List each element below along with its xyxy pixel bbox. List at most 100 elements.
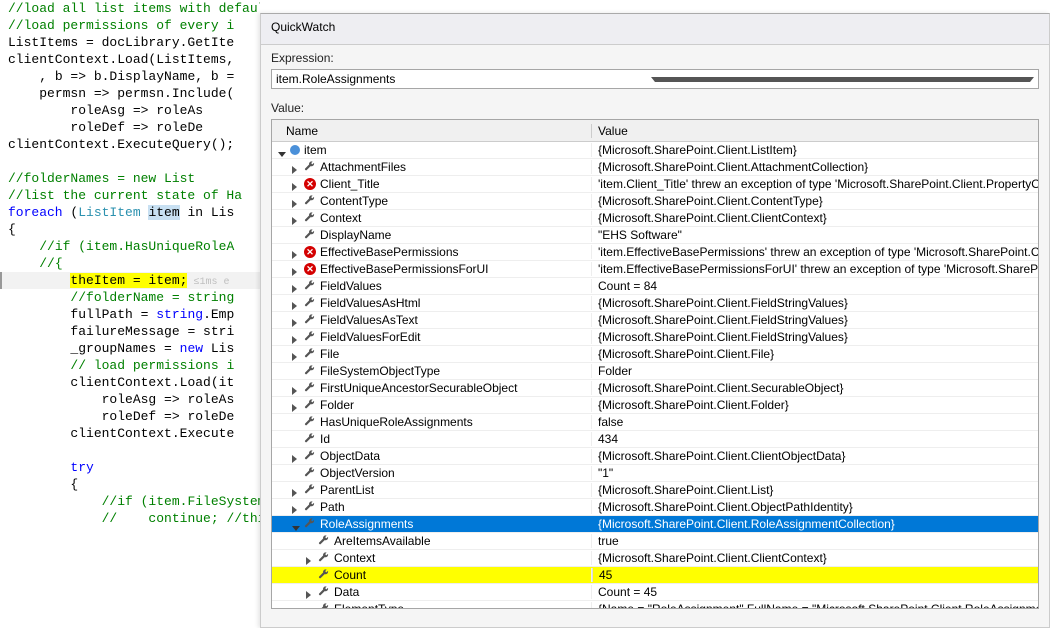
row-value: 'item.Client_Title' threw an exception o… <box>592 177 1038 191</box>
watch-row[interactable]: Path{Microsoft.SharePoint.Client.ObjectP… <box>272 499 1038 516</box>
expander-icon[interactable] <box>292 265 301 274</box>
watch-row[interactable]: AttachmentFiles{Microsoft.SharePoint.Cli… <box>272 159 1038 176</box>
expression-input[interactable]: item.RoleAssignments <box>271 69 1039 89</box>
row-value: {Microsoft.SharePoint.Client.ClientConte… <box>592 211 1038 225</box>
watch-row[interactable]: Count45 <box>272 567 1038 584</box>
quickwatch-window: QuickWatch Expression: item.RoleAssignme… <box>260 13 1050 628</box>
watch-row[interactable]: FileSystemObjectTypeFolder <box>272 363 1038 380</box>
watch-row[interactable]: ✕EffectiveBasePermissions'item.Effective… <box>272 244 1038 261</box>
watch-row[interactable]: Id434 <box>272 431 1038 448</box>
row-value: {Microsoft.SharePoint.Client.ContentType… <box>592 194 1038 208</box>
watch-row[interactable]: ElementType{Name = "RoleAssignment" Full… <box>272 601 1038 609</box>
watch-row[interactable]: FieldValuesAsHtml{Microsoft.SharePoint.C… <box>272 295 1038 312</box>
expander-icon[interactable] <box>292 197 301 206</box>
code-line[interactable]: roleAsg => roleAs <box>8 102 260 119</box>
watch-row[interactable]: ✕Client_Title'item.Client_Title' threw a… <box>272 176 1038 193</box>
expander-icon[interactable] <box>292 299 301 308</box>
code-line[interactable]: _groupNames = new Lis <box>8 340 260 357</box>
code-line[interactable]: //{ <box>8 255 260 272</box>
expander-icon[interactable] <box>306 571 315 580</box>
code-line[interactable]: failureMessage = stri <box>8 323 260 340</box>
watch-row[interactable]: FirstUniqueAncestorSecurableObject{Micro… <box>272 380 1038 397</box>
row-value: {Microsoft.SharePoint.Client.FieldString… <box>592 313 1038 327</box>
expander-icon[interactable] <box>278 146 287 155</box>
code-line[interactable]: foreach (ListItem item in Lis <box>8 204 260 221</box>
code-editor[interactable]: //load all list items with default prope… <box>0 0 260 628</box>
expander-icon[interactable] <box>292 316 301 325</box>
code-line[interactable]: fullPath = string.Emp <box>8 306 260 323</box>
watch-row[interactable]: FieldValuesAsText{Microsoft.SharePoint.C… <box>272 312 1038 329</box>
code-line[interactable]: try <box>8 459 260 476</box>
expander-icon[interactable] <box>292 469 301 478</box>
expander-icon[interactable] <box>306 537 315 546</box>
code-line[interactable]: //if (item.FileSystem <box>8 493 260 510</box>
watch-row[interactable]: DataCount = 45 <box>272 584 1038 601</box>
expander-icon[interactable] <box>292 333 301 342</box>
row-value: Folder <box>592 364 1038 378</box>
code-line[interactable]: roleDef => roleDe <box>8 119 260 136</box>
expander-icon[interactable] <box>292 401 301 410</box>
code-line[interactable]: //load all list items with default prope… <box>8 0 260 17</box>
code-line[interactable]: , b => b.DisplayName, b = <box>8 68 260 85</box>
code-line[interactable]: clientContext.ExecuteQuery(); <box>8 136 260 153</box>
code-line[interactable]: theItem = item; ≤1ms e <box>0 272 260 289</box>
expander-icon[interactable] <box>292 282 301 291</box>
expander-icon[interactable] <box>292 180 301 189</box>
code-line[interactable]: clientContext.Load(ListItems, <box>8 51 260 68</box>
watch-row[interactable]: ParentList{Microsoft.SharePoint.Client.L… <box>272 482 1038 499</box>
watch-row[interactable]: HasUniqueRoleAssignmentsfalse <box>272 414 1038 431</box>
watch-row[interactable]: ObjectVersion"1" <box>272 465 1038 482</box>
watch-row[interactable]: RoleAssignments{Microsoft.SharePoint.Cli… <box>272 516 1038 533</box>
watch-row[interactable]: ObjectData{Microsoft.SharePoint.Client.C… <box>272 448 1038 465</box>
code-line[interactable]: ListItems = docLibrary.GetIte <box>8 34 260 51</box>
code-line[interactable] <box>8 153 260 170</box>
col-value-header[interactable]: Value <box>592 124 1038 138</box>
expander-icon[interactable] <box>292 350 301 359</box>
watch-row[interactable]: Folder{Microsoft.SharePoint.Client.Folde… <box>272 397 1038 414</box>
watch-row[interactable]: AreItemsAvailabletrue <box>272 533 1038 550</box>
watch-row[interactable]: ✕EffectiveBasePermissionsForUI'item.Effe… <box>272 261 1038 278</box>
expander-icon[interactable] <box>292 384 301 393</box>
code-line[interactable]: //folderNames = new List <box>8 170 260 187</box>
code-line[interactable]: { <box>8 221 260 238</box>
code-line[interactable]: //load permissions of every i <box>8 17 260 34</box>
watch-row[interactable]: ContentType{Microsoft.SharePoint.Client.… <box>272 193 1038 210</box>
expander-icon[interactable] <box>306 554 315 563</box>
col-name-header[interactable]: Name <box>272 124 592 138</box>
code-line[interactable]: roleAsg => roleAs <box>8 391 260 408</box>
watch-row[interactable]: Context{Microsoft.SharePoint.Client.Clie… <box>272 550 1038 567</box>
expander-icon[interactable] <box>292 452 301 461</box>
code-line[interactable]: //if (item.HasUniqueRoleA <box>8 238 260 255</box>
code-line[interactable]: roleDef => roleDe <box>8 408 260 425</box>
expander-icon[interactable] <box>292 214 301 223</box>
expression-value[interactable]: item.RoleAssignments <box>276 72 651 86</box>
expander-icon[interactable] <box>292 231 301 240</box>
watch-row[interactable]: item{Microsoft.SharePoint.Client.ListIte… <box>272 142 1038 159</box>
code-line[interactable]: //folderName = string <box>8 289 260 306</box>
expander-icon[interactable] <box>292 248 301 257</box>
expander-icon[interactable] <box>306 588 315 597</box>
expander-icon[interactable] <box>292 486 301 495</box>
watch-row[interactable]: FieldValuesCount = 84 <box>272 278 1038 295</box>
code-line[interactable]: //list the current state of Ha <box>8 187 260 204</box>
watch-row[interactable]: FieldValuesForEdit{Microsoft.SharePoint.… <box>272 329 1038 346</box>
watch-row[interactable]: Context{Microsoft.SharePoint.Client.Clie… <box>272 210 1038 227</box>
code-line[interactable]: // load permissions i <box>8 357 260 374</box>
expander-icon[interactable] <box>292 367 301 376</box>
error-icon: ✕ <box>304 246 316 258</box>
watch-row[interactable]: DisplayName"EHS Software" <box>272 227 1038 244</box>
code-line[interactable]: // continue; //thi <box>8 510 260 527</box>
expander-icon[interactable] <box>292 418 301 427</box>
dropdown-icon[interactable] <box>651 77 1034 82</box>
expander-icon[interactable] <box>292 503 301 512</box>
watch-row[interactable]: File{Microsoft.SharePoint.Client.File} <box>272 346 1038 363</box>
expander-icon[interactable] <box>292 435 301 444</box>
code-line[interactable]: { <box>8 476 260 493</box>
code-line[interactable]: clientContext.Load(it <box>8 374 260 391</box>
code-line[interactable]: permsn => permsn.Include( <box>8 85 260 102</box>
expander-icon[interactable] <box>292 520 301 529</box>
expander-icon[interactable] <box>292 163 301 172</box>
expander-icon[interactable] <box>306 605 315 610</box>
code-line[interactable]: clientContext.Execute <box>8 425 260 442</box>
code-line[interactable] <box>8 442 260 459</box>
